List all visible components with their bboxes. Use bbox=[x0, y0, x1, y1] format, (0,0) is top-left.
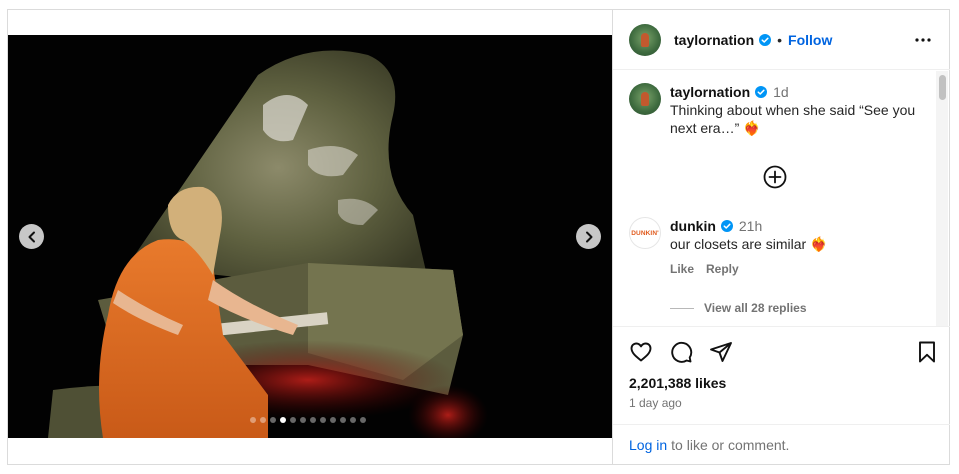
login-prompt-text: to like or comment. bbox=[671, 437, 790, 453]
carousel-dot bbox=[250, 417, 256, 423]
comment-text: our closets are similar ❤️‍🔥 bbox=[670, 236, 828, 252]
replies-divider bbox=[670, 307, 694, 309]
view-replies-label: View all 28 replies bbox=[704, 301, 807, 315]
comment-username[interactable]: dunkin bbox=[670, 218, 716, 234]
instagram-post: taylornation • Follow taylornation 1d Th… bbox=[7, 9, 950, 465]
avatar[interactable] bbox=[629, 23, 661, 56]
header-separator: • bbox=[777, 31, 783, 48]
view-replies-button[interactable]: View all 28 replies bbox=[670, 301, 807, 315]
avatar[interactable]: DUNKIN' bbox=[629, 217, 661, 249]
comments-section[interactable]: taylornation 1d Thinking about when she s… bbox=[613, 71, 950, 327]
comments-scrollbar[interactable] bbox=[936, 71, 948, 326]
carousel-dot bbox=[360, 417, 366, 423]
carousel-dot bbox=[350, 417, 356, 423]
more-icon[interactable] bbox=[914, 32, 932, 48]
post-media[interactable] bbox=[8, 35, 612, 438]
carousel-dot bbox=[310, 417, 316, 423]
carousel-dot bbox=[270, 417, 276, 423]
verified-icon bbox=[755, 86, 768, 98]
carousel-dot bbox=[330, 417, 336, 423]
next-slide-button[interactable] bbox=[576, 224, 601, 249]
carousel-dot bbox=[260, 417, 266, 423]
login-link[interactable]: Log in bbox=[629, 437, 667, 453]
comment-item: DUNKIN' dunkin 21h our closets are simila… bbox=[629, 217, 920, 276]
post-caption: taylornation 1d Thinking about when she s… bbox=[629, 83, 920, 137]
carousel-dot bbox=[280, 417, 286, 423]
avatar-figure bbox=[641, 32, 649, 47]
action-bar bbox=[629, 340, 939, 366]
carousel-dot bbox=[290, 417, 296, 423]
chevron-left-icon bbox=[28, 231, 35, 242]
bookmark-icon[interactable] bbox=[915, 340, 939, 364]
post-sidebar: taylornation • Follow taylornation 1d Th… bbox=[612, 10, 950, 465]
carousel-dot bbox=[340, 417, 346, 423]
verified-icon bbox=[720, 220, 733, 232]
caption-username[interactable]: taylornation bbox=[670, 84, 750, 100]
chevron-right-icon bbox=[585, 231, 592, 242]
comment-actions: Like Reply bbox=[670, 262, 920, 276]
login-prompt: Log in to like or comment. bbox=[613, 424, 950, 465]
caption-timestamp: 1d bbox=[773, 84, 789, 100]
post-photo bbox=[8, 35, 612, 438]
avatar-figure bbox=[641, 92, 649, 106]
comment-timestamp: 21h bbox=[738, 218, 763, 234]
previous-slide-button[interactable] bbox=[19, 224, 44, 249]
avatar[interactable] bbox=[629, 83, 661, 115]
like-count[interactable]: 2,201,388 likes bbox=[629, 375, 726, 391]
share-icon[interactable] bbox=[709, 340, 733, 364]
reply-button[interactable]: Reply bbox=[706, 262, 739, 276]
heart-icon[interactable] bbox=[629, 340, 653, 364]
verified-icon bbox=[759, 33, 772, 46]
add-circle-icon[interactable] bbox=[763, 165, 787, 189]
header-username[interactable]: taylornation bbox=[674, 32, 754, 48]
carousel-indicator bbox=[250, 417, 366, 423]
scrollbar-thumb[interactable] bbox=[939, 75, 946, 100]
comment-icon[interactable] bbox=[669, 340, 693, 364]
like-comment-button[interactable]: Like bbox=[670, 262, 694, 276]
post-header: taylornation • Follow bbox=[613, 10, 950, 70]
carousel-dot bbox=[300, 417, 306, 423]
carousel-dot bbox=[320, 417, 326, 423]
caption-text: Thinking about when she said “See you ne… bbox=[670, 102, 916, 136]
follow-button[interactable]: Follow bbox=[788, 32, 832, 48]
post-timestamp[interactable]: 1 day ago bbox=[629, 396, 682, 410]
